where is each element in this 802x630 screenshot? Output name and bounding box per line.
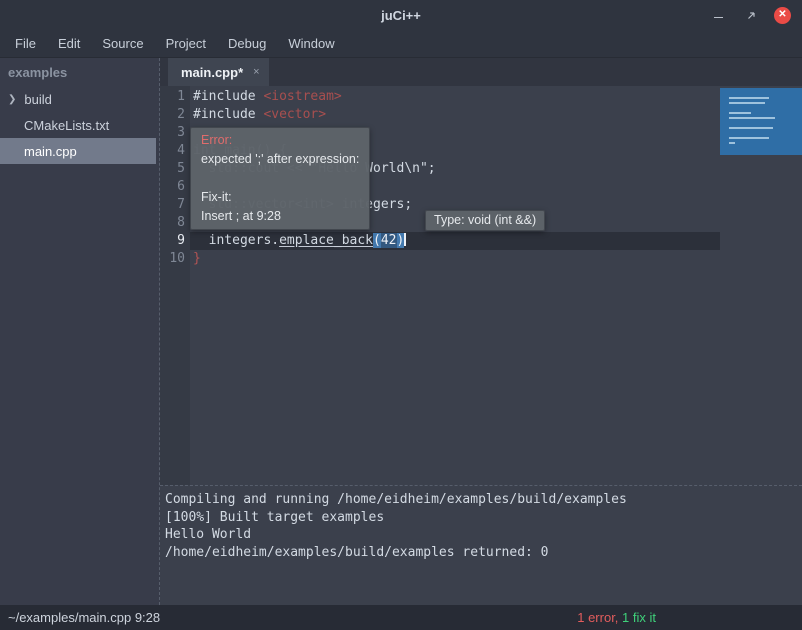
status-fixit-count: 1 fix it [618,610,656,625]
titlebar: juCi++ ✕ [0,0,802,30]
tree-item-cmakelists-txt[interactable]: CMakeLists.txt [0,112,156,138]
project-header: examples [0,58,156,86]
app-window: juCi++ ✕ FileEditSourceProjectDebugWindo… [0,0,802,630]
minimap-code-line [729,117,775,119]
restore-button[interactable] [742,7,759,24]
code-line-10[interactable]: } [190,250,720,268]
tab-label: main.cpp* [181,65,243,80]
chevron-right-icon[interactable]: ❯ [8,94,16,105]
code-segment: <iostream> [263,89,341,104]
tabbar: main.cpp* × [160,58,802,86]
minimize-button[interactable] [710,7,727,24]
minimap-code-line [729,127,773,129]
code-segment: 42 [381,233,397,248]
menu-source[interactable]: Source [91,31,154,56]
error-tooltip-line: Fix-it: [201,188,359,207]
type-tooltip: Type: void (int &&) [425,210,545,231]
menu-file[interactable]: File [4,31,47,56]
error-tooltip-line: expected ';' after expression: [201,150,359,169]
window-controls: ✕ [710,7,802,24]
minimize-icon [714,17,723,18]
menu-project[interactable]: Project [155,31,217,56]
line-number: 3 [160,124,190,142]
terminal-line: /home/eidheim/examples/build/examples re… [165,544,802,562]
minimap-code-line [729,137,769,139]
code-line-2[interactable]: #include <vector> [190,106,720,124]
line-number: 8 [160,214,190,232]
code-segment: ( [373,233,381,248]
tab-main-cpp[interactable]: main.cpp* × [168,58,269,86]
status-error-count: 1 error, [577,610,618,625]
code-line-9[interactable]: integers.emplace_back(42) [190,232,720,250]
error-tooltip-line: Insert ; at 9:28 [201,207,359,226]
code-segment: #include [193,107,263,122]
tree-item-label: CMakeLists.txt [24,118,109,133]
text-cursor [404,233,406,246]
tree-item-label: main.cpp [24,144,77,159]
close-button[interactable]: ✕ [774,7,791,24]
line-number: 1 [160,88,190,106]
code-segment: } [193,251,201,266]
tree-item-label: build [24,92,51,107]
line-number: 6 [160,178,190,196]
terminal-output[interactable]: Compiling and running /home/eidheim/exam… [160,488,802,605]
error-tooltip: Error: expected ';' after expression: Fi… [190,127,370,230]
restore-icon [745,9,757,21]
terminal-line: Hello World [165,526,802,544]
editor-pane: main.cpp* × 12345678910 #include <iostre… [160,58,802,605]
menu-edit[interactable]: Edit [47,31,91,56]
code-segment: <vector> [263,107,326,122]
minimap-slider[interactable] [720,88,802,155]
sidebar: examples ❯ build CMakeLists.txt main.cpp [0,58,156,605]
error-tooltip-title: Error: [201,131,359,150]
line-number: 10 [160,250,190,268]
line-number: 2 [160,106,190,124]
minimap[interactable] [720,86,802,485]
status-file-position: ~/examples/main.cpp 9:28 [8,610,160,625]
line-number: 7 [160,196,190,214]
code-segment: ) [397,233,405,248]
code-segment: emplace_back [279,233,373,248]
minimap-code-line [729,142,735,144]
line-number: 5 [160,160,190,178]
tree-item-main-cpp[interactable]: main.cpp [0,138,156,164]
main-area: examples ❯ build CMakeLists.txt main.cpp ma… [0,58,802,605]
tab-close-button[interactable]: × [253,66,259,78]
menubar: FileEditSourceProjectDebugWindow [0,30,802,58]
status-diagnostics: 1 error, 1 fix it [577,610,656,625]
terminal-line: Compiling and running /home/eidheim/exam… [165,491,802,509]
tree-item-build[interactable]: ❯ build [0,86,156,112]
minimap-code-line [729,102,765,104]
window-title: juCi++ [0,8,802,23]
minimap-code-line [729,112,751,114]
close-icon: ✕ [778,10,786,20]
code-line-1[interactable]: #include <iostream> [190,88,720,106]
code-segment: integers. [193,233,279,248]
minimap-code-line [729,97,769,99]
statusbar: ~/examples/main.cpp 9:28 1 error, 1 fix … [0,605,802,630]
type-tooltip-text: Type: void (int &&) [434,213,536,227]
line-number: 4 [160,142,190,160]
file-tree: ❯ build CMakeLists.txt main.cpp [0,86,156,164]
line-number: 9 [160,232,190,250]
terminal-line: [100%] Built target examples [165,509,802,527]
code-segment: #include [193,89,263,104]
menu-window[interactable]: Window [277,31,345,56]
error-tooltip-line [201,169,359,188]
editor: 12345678910 #include <iostream>#include … [160,86,802,485]
line-number-gutter: 12345678910 [160,86,190,485]
error-tooltip-lines: expected ';' after expression: Fix-it:In… [201,150,359,226]
menu-debug[interactable]: Debug [217,31,277,56]
